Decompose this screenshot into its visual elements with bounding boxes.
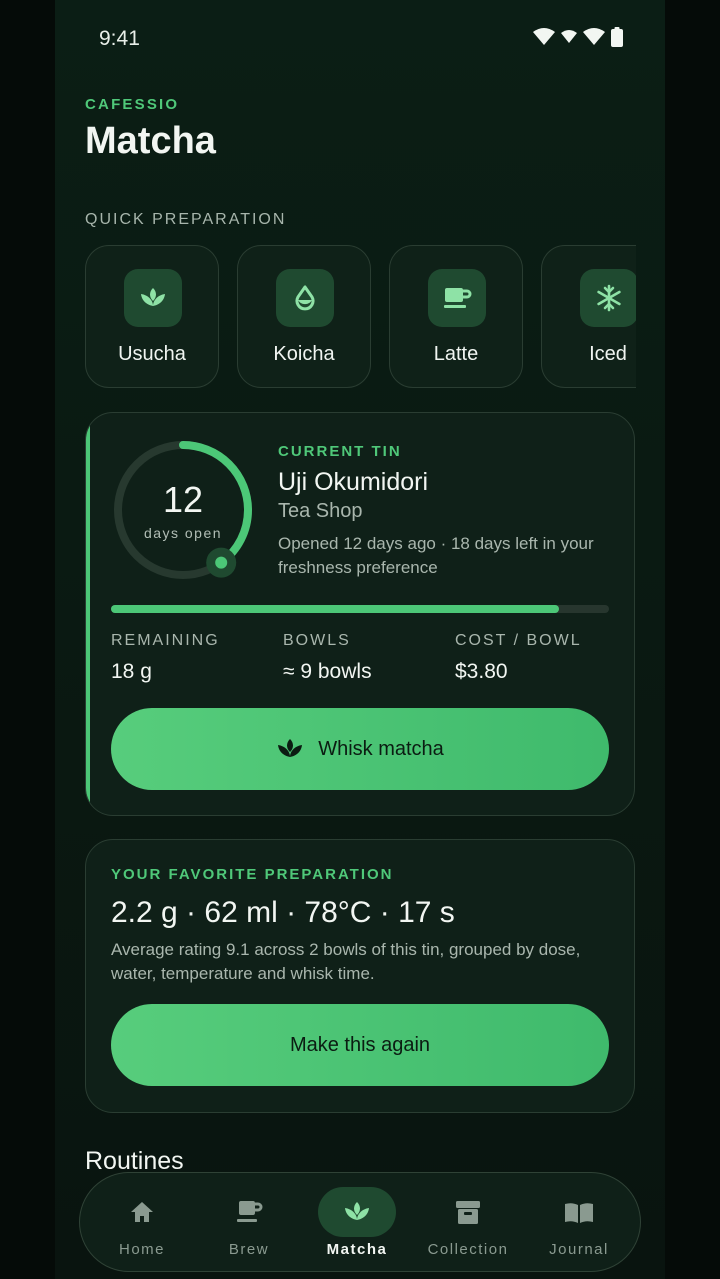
current-tin-label: CURRENT TIN [278, 443, 402, 460]
nav-item-journal[interactable]: Journal [525, 1173, 633, 1271]
cup-icon [428, 269, 486, 327]
drop-icon [276, 269, 334, 327]
snowflake-icon [580, 269, 636, 327]
stat-value: ≈ 9 bowls [283, 660, 372, 683]
quick-item-label: Koicha [273, 343, 335, 365]
stat-value: $3.80 [455, 660, 508, 683]
quick-item-label: Usucha [118, 343, 186, 365]
nav-label: Journal [549, 1241, 609, 1258]
leaf-icon [278, 739, 303, 757]
quick-usucha-button[interactable]: Usucha [85, 245, 219, 388]
remaining-progress-bar [111, 605, 609, 613]
stat-remaining: REMAINING 18 g [111, 632, 220, 684]
remaining-progress-fill [111, 605, 560, 613]
quick-preparation-row: Usucha Koicha Latte Iced [85, 245, 636, 390]
stat-bowls: BOWLS ≈ 9 bowls [283, 632, 372, 684]
nav-label: Home [118, 1241, 165, 1258]
stat-cost-per-bowl: COST / BOWL $3.80 [455, 632, 582, 684]
battery-icon [611, 27, 623, 47]
nav-item-home[interactable]: Home [88, 1173, 196, 1271]
stat-value: 18 g [111, 660, 152, 683]
quick-item-label: Latte [433, 343, 479, 365]
quick-koicha-button[interactable]: Koicha [237, 245, 371, 388]
signal-icon [533, 28, 555, 45]
favorite-preparation-label: YOUR FAVORITE PREPARATION [111, 866, 394, 883]
bottom-navigation: Home Brew Matcha Collection Journal [79, 1172, 641, 1272]
stat-label: COST / BOWL [455, 632, 582, 649]
brew-icon [210, 1187, 288, 1237]
freshness-ring-knob-dot [215, 556, 228, 569]
quick-preparation-label: QUICK PREPARATION [85, 211, 287, 228]
archive-icon [429, 1187, 507, 1237]
app-screen: 9:41 CAFESSIO Matcha QUICK PREPARATION U… [55, 0, 665, 1279]
page-title: Matcha [85, 120, 216, 162]
status-icons [533, 27, 623, 47]
brand-label: CAFESSIO [85, 96, 180, 113]
leaf-icon [318, 1187, 396, 1237]
make-this-again-label: Make this again [289, 1033, 431, 1056]
signal-icon [561, 30, 577, 43]
make-this-again-button[interactable]: Make this again [111, 1004, 609, 1086]
book-icon [540, 1187, 618, 1237]
days-open-label: days open [143, 525, 223, 541]
stat-label: BOWLS [283, 632, 351, 649]
tin-freshness-note: Opened 12 days ago · 18 days left in you… [278, 534, 594, 577]
favorite-preparation-card: YOUR FAVORITE PREPARATION 2.2 g · 62 ml … [85, 839, 635, 1113]
wifi-icon [583, 28, 605, 45]
favorite-description: Average rating 9.1 across 2 bowls of thi… [111, 940, 581, 983]
quick-iced-button[interactable]: Iced [541, 245, 636, 388]
nav-item-matcha[interactable]: Matcha [303, 1173, 411, 1271]
card-accent-bar [86, 413, 90, 815]
whisk-matcha-label: Whisk matcha [318, 737, 444, 760]
tin-name: Uji Okumidori [278, 468, 429, 496]
tin-shop: Tea Shop [278, 500, 363, 522]
days-open-value: 12 [162, 479, 204, 520]
current-tin-card: 12 days open CURRENT TIN Uji Okumidori T… [85, 412, 635, 816]
quick-latte-button[interactable]: Latte [389, 245, 523, 388]
quick-item-label: Iced [589, 343, 627, 365]
nav-label: Collection [427, 1241, 509, 1258]
freshness-ring: 12 days open [110, 437, 256, 583]
whisk-matcha-button[interactable]: Whisk matcha [111, 708, 609, 790]
nav-label: Brew [228, 1241, 270, 1258]
status-time: 9:41 [99, 27, 140, 50]
home-icon [103, 1187, 181, 1237]
favorite-recipe: 2.2 g · 62 ml · 78°C · 17 s [111, 896, 455, 929]
nav-label: Matcha [326, 1241, 388, 1258]
stat-label: REMAINING [111, 632, 220, 649]
leaf-icon [124, 269, 182, 327]
nav-item-collection[interactable]: Collection [414, 1173, 522, 1271]
nav-item-brew[interactable]: Brew [195, 1173, 303, 1271]
